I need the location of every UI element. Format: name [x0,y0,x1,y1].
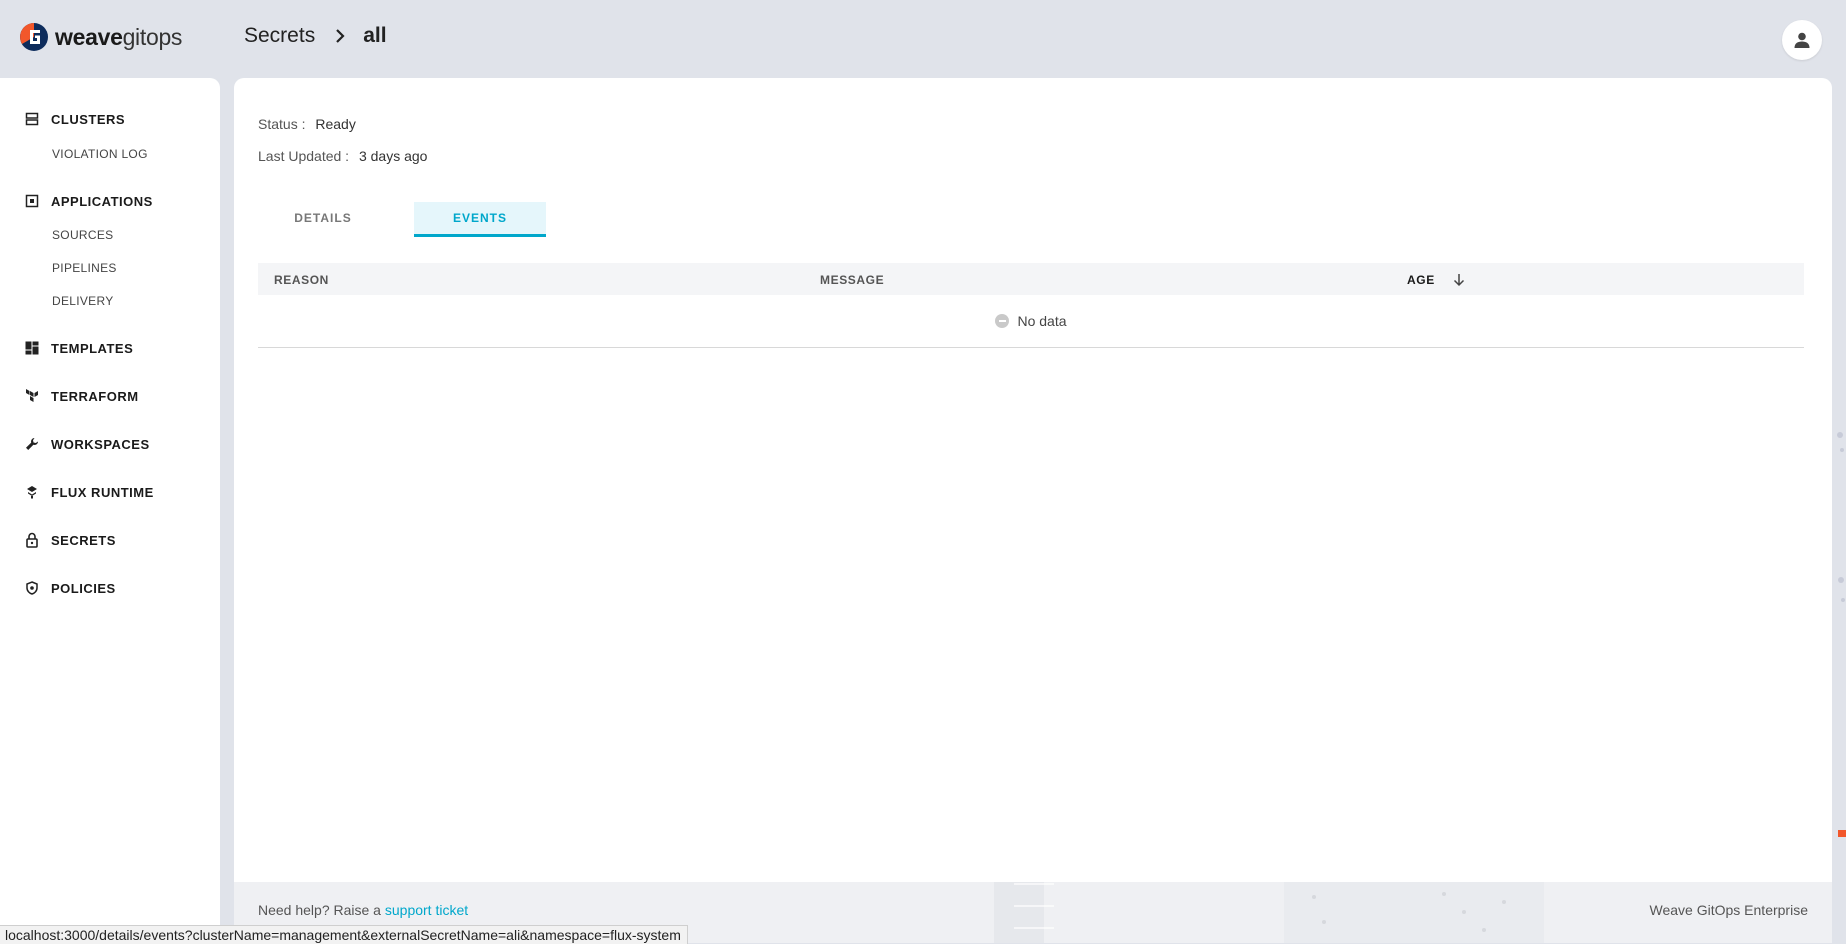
empty-state: No data [258,295,1804,348]
sidebar-item-pipelines[interactable]: PIPELINES [52,261,117,275]
help-prefix: Need help? Raise a [258,902,381,918]
footer-decoration [994,882,1544,943]
sidebar-item-workspaces[interactable]: WORKSPACES [24,436,150,452]
sidebar-item-label: APPLICATIONS [51,193,153,209]
weave-gitops-logo[interactable]: weavegitops [19,22,182,52]
header: weavegitops Secrets all [0,0,1846,78]
sidebar-item-flux-runtime[interactable]: FLUX RUNTIME [24,484,154,500]
sidebar: CLUSTERS VIOLATION LOG APPLICATIONS SOUR… [0,78,220,943]
user-icon [1794,32,1810,48]
help-text: Need help? Raise a support ticket [258,902,468,918]
sort-arrow-down-icon[interactable] [1453,273,1465,287]
logo-text-weave: weave [55,23,123,50]
sidebar-item-secrets[interactable]: SECRETS [24,532,116,548]
status-label: Status : [258,116,306,132]
events-table: REASON MESSAGE AGE No data [258,263,1804,348]
logo-text-gitops: gitops [122,23,183,50]
status-value: Ready [315,116,356,132]
background-decoration [1837,432,1846,837]
column-header-message[interactable]: MESSAGE [820,273,884,287]
sidebar-item-policies[interactable]: POLICIES [24,580,116,596]
last-updated-label: Last Updated : [258,148,350,164]
sidebar-item-violation-log[interactable]: VIOLATION LOG [52,147,148,161]
lock-icon [24,532,40,548]
tab-details[interactable]: DETAILS [258,202,388,234]
sidebar-item-label: TEMPLATES [51,340,134,356]
applications-icon [24,193,40,209]
user-menu-button[interactable] [1782,20,1822,60]
sidebar-item-sources[interactable]: SOURCES [52,228,113,242]
breadcrumb-current: all [363,24,387,47]
main-panel: Status : Ready Last Updated : 3 days ago… [234,78,1832,943]
breadcrumb: Secrets all [244,24,387,48]
weave-gitops-logo-icon [20,23,48,51]
column-header-reason[interactable]: REASON [274,273,329,287]
sidebar-item-label: TERRAFORM [51,388,139,404]
column-header-age[interactable]: AGE [1407,273,1465,287]
no-data-icon [995,314,1010,328]
last-updated-value: 3 days ago [358,148,428,164]
tab-events[interactable]: EVENTS [414,202,546,237]
wrench-icon [24,436,40,452]
clusters-icon [24,111,40,127]
table-header: REASON MESSAGE AGE [258,263,1804,295]
sidebar-item-templates[interactable]: TEMPLATES [24,340,133,356]
status-bar-url: localhost:3000/details/events?clusterNam… [0,925,688,944]
sidebar-item-label: CLUSTERS [51,111,126,127]
shield-icon [24,580,40,596]
empty-state-text: No data [1017,313,1067,329]
sidebar-item-label: SECRETS [51,532,116,548]
chevron-right-icon [335,29,345,43]
status-row: Status : Ready [258,116,356,132]
sidebar-item-label: POLICIES [51,580,116,596]
last-updated-row: Last Updated : 3 days ago [258,148,427,164]
templates-icon [24,340,40,356]
terraform-icon [24,388,40,404]
footer-brand: Weave GitOps Enterprise [1649,902,1808,918]
sidebar-item-applications[interactable]: APPLICATIONS [24,193,153,209]
column-header-age-label: AGE [1407,273,1435,287]
breadcrumb-parent[interactable]: Secrets [244,24,315,48]
sidebar-item-label: FLUX RUNTIME [51,484,154,500]
sidebar-item-terraform[interactable]: TERRAFORM [24,388,139,404]
support-ticket-link[interactable]: support ticket [385,902,468,918]
sidebar-item-label: WORKSPACES [51,436,150,452]
flux-icon [24,484,40,500]
sidebar-item-clusters[interactable]: CLUSTERS [24,111,125,127]
sidebar-item-delivery[interactable]: DELIVERY [52,294,114,308]
